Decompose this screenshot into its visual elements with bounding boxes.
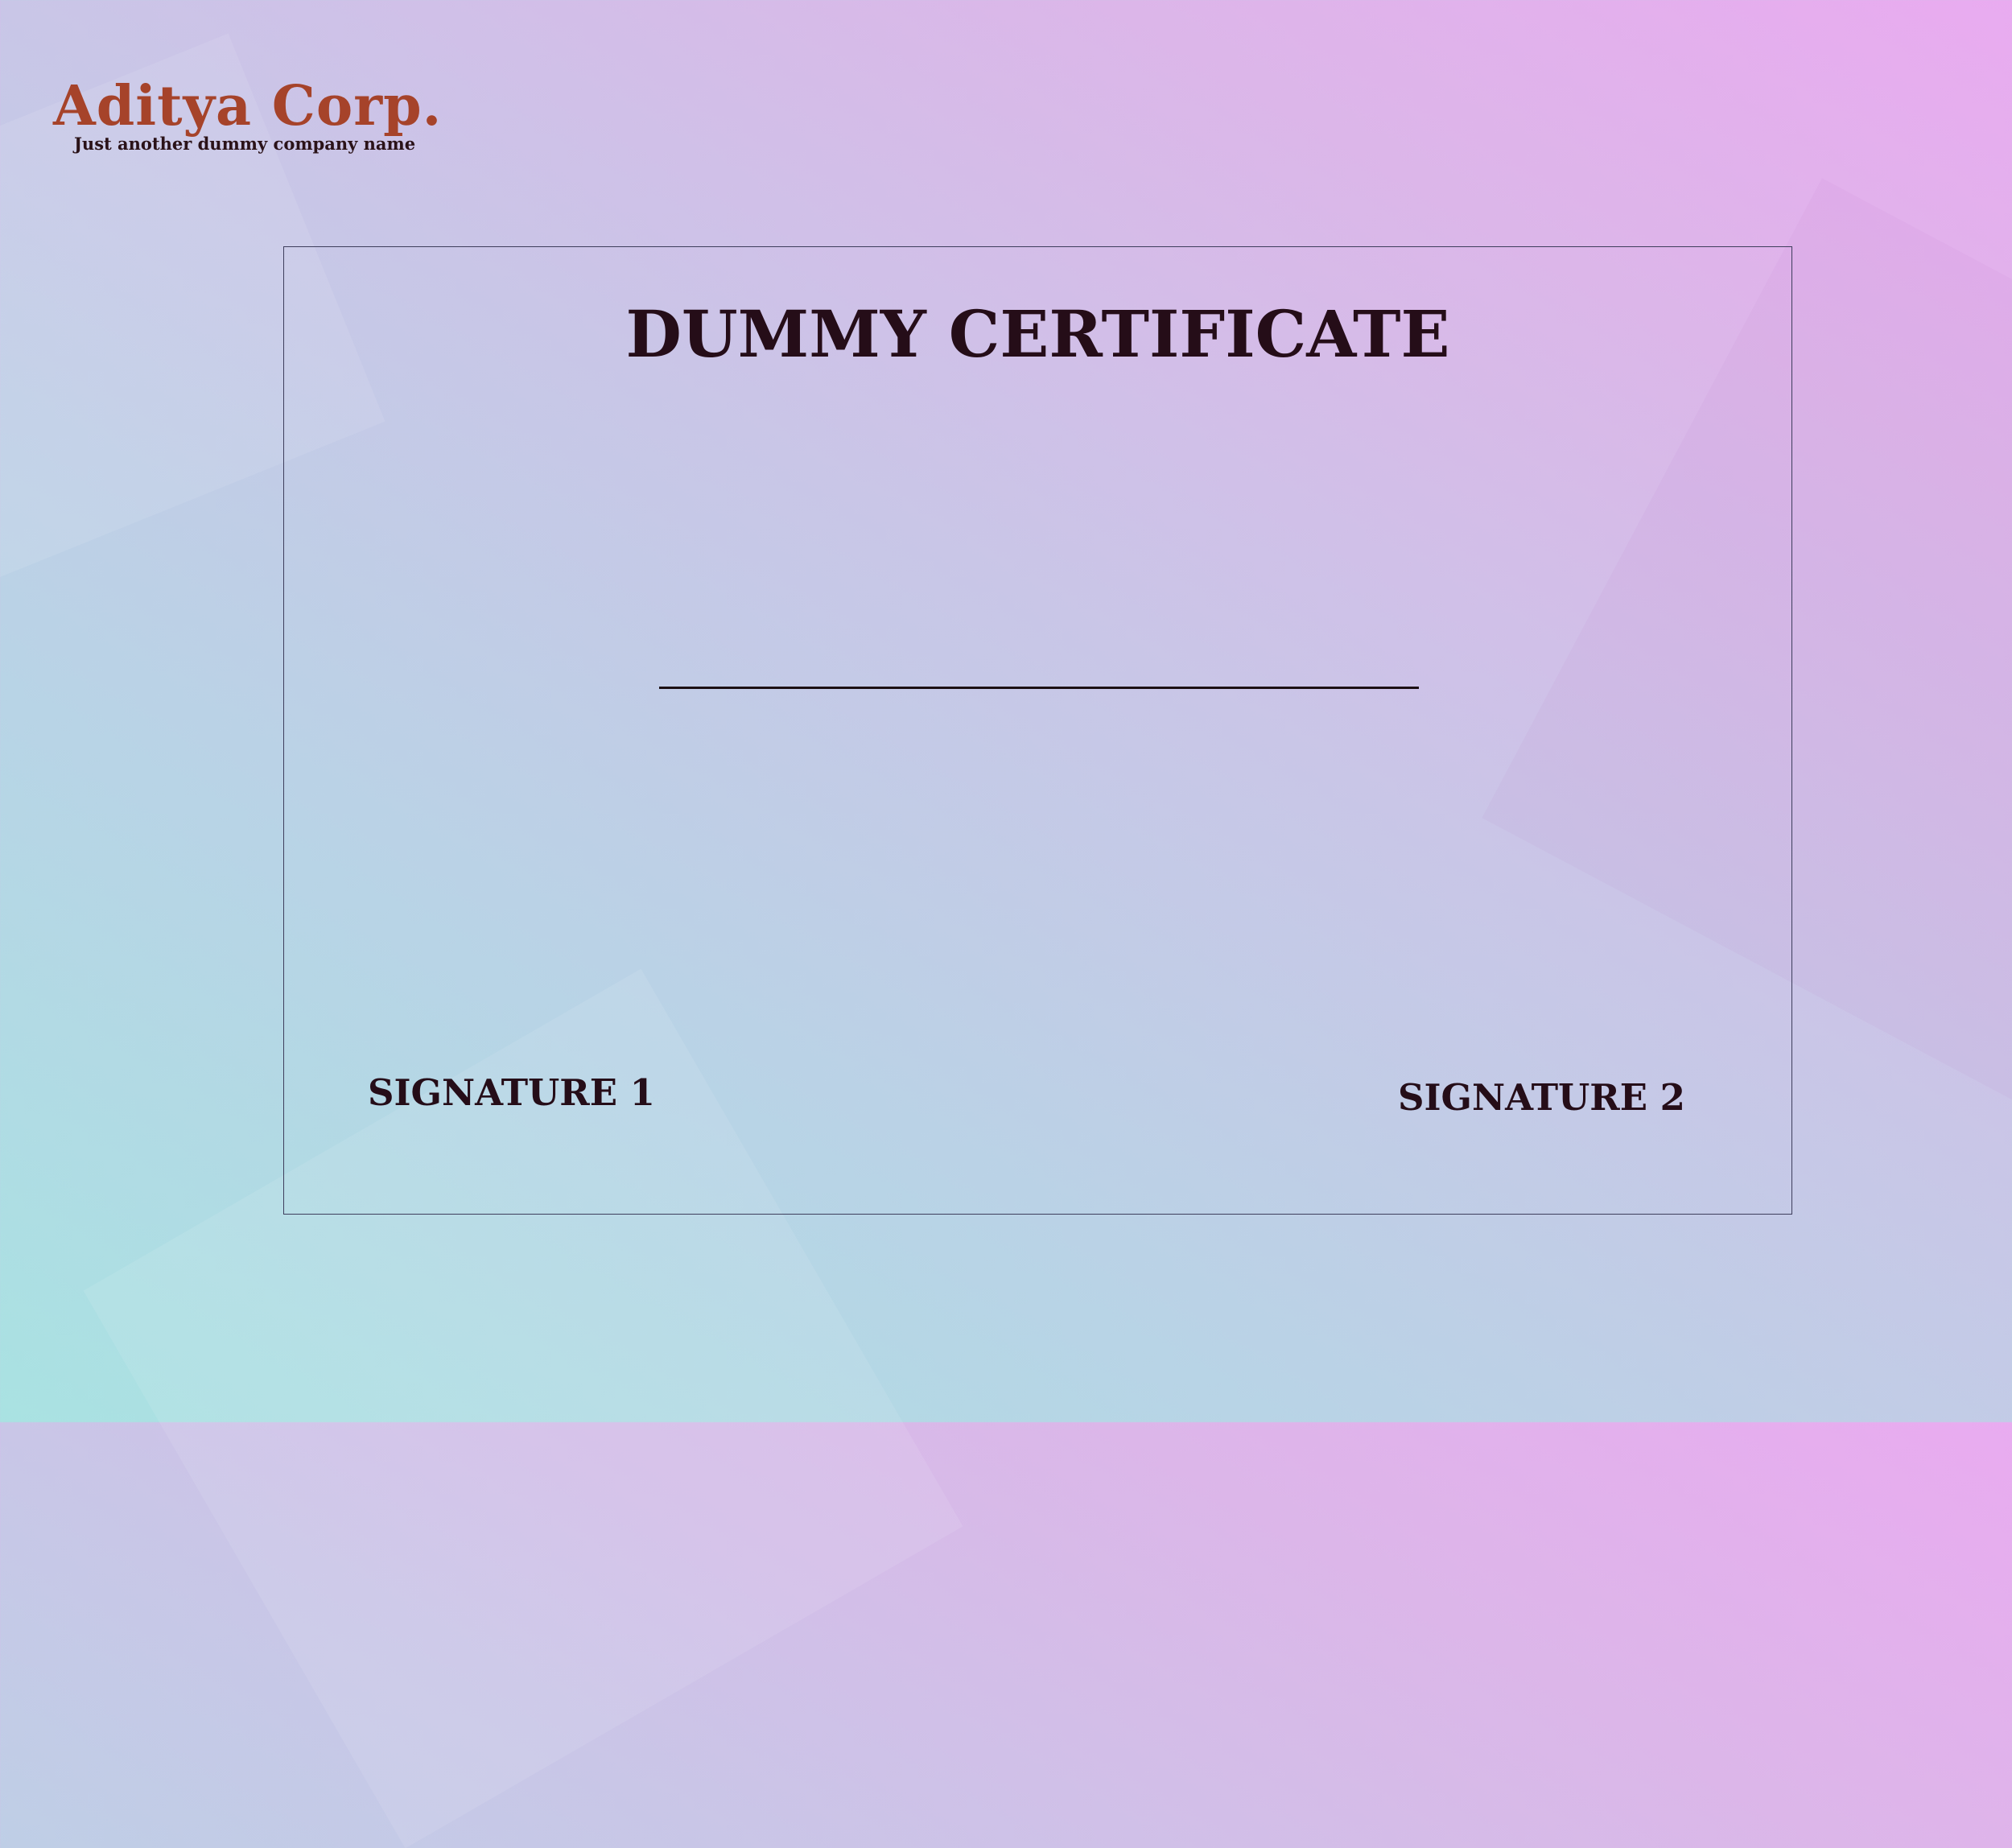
signature-1-label: SIGNATURE 1 — [368, 1071, 655, 1114]
recipient-name-line — [659, 687, 1419, 689]
company-tagline: Just another dummy company name — [74, 134, 416, 154]
certificate-title: DUMMY CERTIFICATE — [625, 296, 1450, 372]
company-logo: Aditya Corp. Just another dummy company … — [53, 79, 442, 154]
signature-2-label: SIGNATURE 2 — [1398, 1076, 1685, 1119]
certificate-frame: DUMMY CERTIFICATE SIGNATURE 1 SIGNATURE … — [283, 246, 1792, 1215]
company-name: Aditya Corp. — [53, 74, 443, 138]
